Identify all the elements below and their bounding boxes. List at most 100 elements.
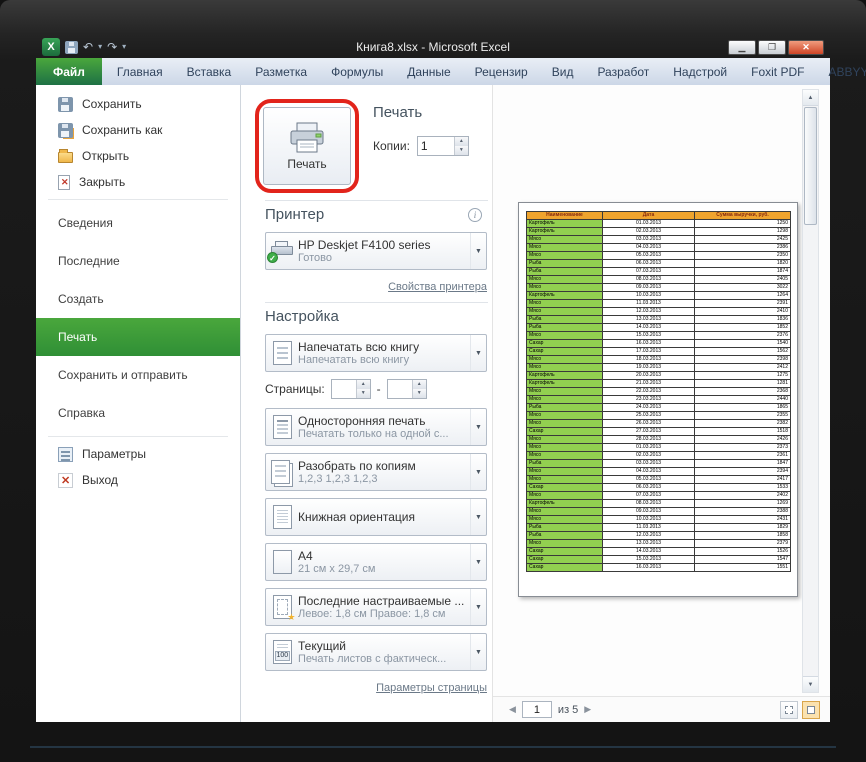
qat-customize-icon[interactable]: ▾ (122, 40, 126, 54)
table-cell: 10.03.2013 (602, 291, 695, 300)
chevron-down-icon: ▼ (470, 409, 486, 445)
tab-add-ins[interactable]: Надстрой (661, 58, 739, 85)
print-button[interactable]: Печать (263, 107, 351, 185)
sidebar-item-open[interactable]: Открыть (36, 143, 240, 169)
show-margins-button[interactable] (780, 700, 798, 719)
exit-icon (58, 472, 73, 488)
table-row: Мясо 04.03.2013 2394 (526, 467, 791, 476)
table-cell: 11.03.2013 (602, 299, 695, 308)
current-page-input[interactable]: 1 (521, 701, 552, 718)
close-button[interactable]: ✕ (788, 39, 824, 55)
table-cell: 12.03.2013 (602, 531, 695, 540)
pages-to-value[interactable] (388, 380, 412, 398)
table-row: Мясо 19.03.2013 2412 (526, 363, 791, 372)
sidebar-item-print[interactable]: Печать (36, 318, 240, 356)
tab-view[interactable]: Вид (540, 58, 586, 85)
table-cell: Мясо (526, 387, 603, 396)
spin-down-icon[interactable]: ▼ (454, 146, 468, 155)
sidebar-item-help[interactable]: Справка (36, 394, 240, 432)
tab-formulas[interactable]: Формулы (319, 58, 395, 85)
table-row: Мясо 01.03.2013 2373 (526, 443, 791, 452)
dropdown-print-area[interactable]: Напечатать всю книгу Напечатать всю книгу… (265, 334, 487, 372)
table-header-cell: Сумма выручки, руб. (694, 211, 791, 220)
table-cell: Мясо (526, 235, 603, 244)
pages-from-value[interactable] (332, 380, 356, 398)
printer-properties-link[interactable]: Свойства принтера (388, 281, 487, 293)
table-cell: 2376 (694, 331, 791, 340)
tab-foxit-pdf[interactable]: Foxit PDF (739, 58, 816, 85)
print-area-dropdown-slot: Напечатать всю книгу Напечатать всю книгу… (265, 334, 488, 372)
table-header-cell: Наименование (526, 211, 603, 220)
sidebar-item-save-and-send[interactable]: Сохранить и отправить (36, 356, 240, 394)
sidebar-item-new[interactable]: Создать (36, 280, 240, 318)
dropdown-orientation[interactable]: Книжная ориентация ▼ (265, 498, 487, 536)
dropdown-paper-size[interactable]: A4 21 см x 29,7 см ▼ (265, 543, 487, 581)
table-cell: 10.03.2013 (602, 515, 695, 524)
scroll-up-icon[interactable]: ▲ (803, 90, 818, 106)
preview-scrollbar[interactable]: ▲ ▼ (802, 89, 819, 693)
undo-dropdown-icon[interactable]: ▾ (98, 40, 102, 54)
table-cell: 2361 (694, 451, 791, 460)
next-page-button[interactable]: ▶ (584, 704, 591, 715)
tab-page-layout[interactable]: Разметка (243, 58, 319, 85)
dropdown-collation[interactable]: Разобрать по копиям 1,2,3 1,2,3 1,2,3 ▼ (265, 453, 487, 491)
table-cell: 07.03.2013 (602, 491, 695, 500)
sidebar-item-save[interactable]: Сохранить (36, 91, 240, 117)
table-cell: Рыба (526, 323, 603, 332)
chevron-down-icon: ▼ (470, 335, 486, 371)
maximize-button[interactable]: ❐ (758, 39, 786, 55)
spin-down-icon[interactable]: ▼ (412, 389, 426, 398)
chevron-down-icon: ▼ (470, 499, 486, 535)
table-cell: 03.03.2013 (602, 235, 695, 244)
backstage-view: Сохранить Сохранить как Открыть Закрыть Све… (36, 85, 830, 722)
scroll-down-icon[interactable]: ▼ (803, 676, 818, 692)
tab-abbyy-pdf[interactable]: ABBYY PD (816, 58, 866, 85)
spin-up-icon[interactable]: ▲ (454, 137, 468, 146)
info-icon[interactable]: i (468, 207, 482, 222)
zoom-to-page-button[interactable] (802, 700, 820, 719)
tab-developer[interactable]: Разработ (585, 58, 661, 85)
pages-to-input[interactable]: ▲ ▼ (386, 379, 427, 399)
copies-label: Копии: (373, 139, 410, 153)
spin-up-icon[interactable]: ▲ (412, 380, 426, 389)
prev-page-button[interactable]: ◀ (509, 704, 516, 715)
chevron-down-icon: ▼ (470, 589, 486, 625)
tab-review[interactable]: Рецензир (463, 58, 540, 85)
dropdown-margins[interactable]: Последние настраиваемые ...Левое: 1,8 см… (265, 588, 487, 626)
dropdown-scaling[interactable]: ТекущийПечать листов с фактическ... ▼ (265, 633, 487, 671)
page-setup-link[interactable]: Параметры страницы (376, 682, 487, 694)
copies-stepper[interactable]: 1 ▲ ▼ (416, 136, 469, 156)
page-count-label: из 5 (557, 703, 579, 716)
collate-icon (271, 460, 290, 484)
minimize-button[interactable]: ▁ (728, 39, 756, 55)
table-row: Рыба 06.03.2013 1820 (526, 259, 791, 268)
tab-data[interactable]: Данные (395, 58, 462, 85)
sidebar-item-label: Последние (58, 254, 120, 268)
table-row: Сахар 06.03.2013 1533 (526, 483, 791, 492)
sidebar-item-options[interactable]: Параметры (36, 441, 240, 467)
redo-icon[interactable]: ↷ (107, 40, 117, 54)
printer-select[interactable]: ✓ HP Deskjet F4100 series Готово ▼ (265, 232, 487, 270)
printer-icon (290, 122, 324, 152)
tab-file[interactable]: Файл (36, 58, 102, 85)
sidebar-item-recent[interactable]: Последние (36, 242, 240, 280)
table-cell: 1820 (694, 259, 791, 268)
spin-down-icon[interactable]: ▼ (356, 389, 370, 398)
scrollbar-thumb[interactable] (804, 107, 817, 225)
tab-insert[interactable]: Вставка (175, 58, 244, 85)
sidebar-item-exit[interactable]: Выход (36, 467, 240, 493)
undo-icon[interactable]: ↶ (83, 40, 93, 54)
pages-from-input[interactable]: ▲ ▼ (330, 379, 371, 399)
sidebar-item-close[interactable]: Закрыть (36, 169, 240, 195)
table-cell: 1847 (694, 459, 791, 468)
tab-home[interactable]: Главная (105, 58, 175, 85)
copies-value[interactable]: 1 (418, 137, 454, 155)
sidebar-item-info[interactable]: Сведения (36, 204, 240, 242)
dropdown-sides[interactable]: Односторонняя печать Печатать только на о… (265, 408, 487, 446)
table-row: Мясо 12.03.2013 2410 (526, 307, 791, 316)
sidebar-item-save-as[interactable]: Сохранить как (36, 117, 240, 143)
table-row: Сахар 16.03.2013 1551 (526, 563, 791, 572)
spin-up-icon[interactable]: ▲ (356, 380, 370, 389)
table-cell: 1269 (694, 499, 791, 508)
quick-save-icon[interactable] (65, 40, 78, 54)
